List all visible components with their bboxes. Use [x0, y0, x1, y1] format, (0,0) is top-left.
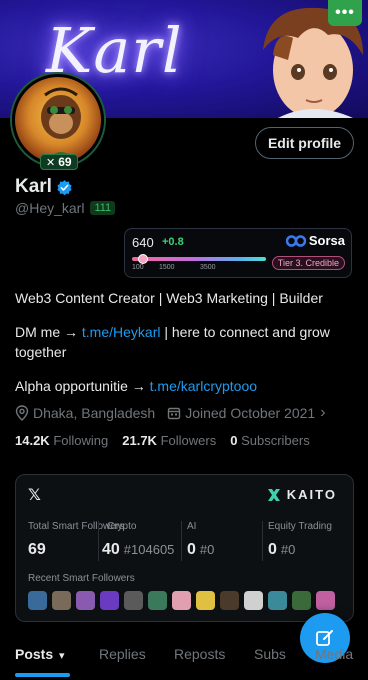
smart-follower-avatar[interactable] — [148, 591, 167, 610]
stat-rank: #0 — [199, 542, 215, 557]
stat-value: 69 — [28, 541, 46, 559]
sorsa-progress-knob — [137, 254, 148, 264]
stat-number: 40 — [102, 541, 120, 558]
stat-number: 69 — [28, 541, 46, 558]
sorsa-tier-badge: Tier 3. Credible — [271, 256, 345, 270]
follow-stats: 14.2K Following 21.7K Followers 0 Subscr… — [15, 433, 310, 448]
profile-handle: @Hey_karl — [15, 200, 85, 216]
kaito-brand: KAITO — [286, 487, 337, 502]
sorsa-brand: Sorsa — [308, 233, 345, 248]
followers-label: Followers — [160, 433, 217, 448]
divider — [181, 521, 182, 561]
recent-smart-followers-label: Recent Smart Followers — [28, 573, 135, 584]
stat-value: 40 #104605 — [102, 541, 174, 559]
smart-follower-avatar[interactable] — [52, 591, 71, 610]
stat-label: Crypto — [107, 521, 137, 532]
sorsa-logo-icon — [285, 234, 306, 247]
bio-dm-link[interactable]: t.me/Heykarl — [82, 324, 161, 340]
more-menu-button[interactable]: ••• — [328, 0, 362, 26]
bio-dm-prefix: DM me → — [15, 324, 78, 340]
subscribers-label: Subscribers — [241, 433, 310, 448]
following-count: 14.2K — [15, 433, 50, 448]
sorsa-tick-label: 100 — [132, 264, 144, 271]
profile-name-row: Karl — [15, 176, 73, 198]
active-tab-indicator — [15, 673, 70, 677]
smart-follower-avatar[interactable] — [100, 591, 119, 610]
smart-follower-avatar[interactable] — [244, 591, 263, 610]
location-text: Dhaka, Bangladesh — [33, 405, 156, 421]
sorsa-delta: +0.8 — [162, 236, 184, 248]
smart-follower-avatar[interactable] — [76, 591, 95, 610]
tab-replies[interactable]: Replies — [99, 646, 146, 662]
bio-dm-line: DM me → t.me/Heykarl | here to connect a… — [15, 322, 355, 362]
verified-badge-icon[interactable] — [56, 179, 73, 196]
bio-alpha-prefix: Alpha opportunitie → — [15, 378, 146, 394]
x-logo-icon: 𝕏 — [28, 487, 41, 504]
kaito-card[interactable]: 𝕏 KAITO Total Smart Followers 69 Crypto … — [15, 474, 354, 622]
following-label: Following — [53, 433, 109, 448]
stat-number: 0 — [187, 541, 196, 558]
divider — [98, 521, 99, 561]
tab-posts[interactable]: Posts ▾ — [15, 646, 65, 662]
chevron-down-icon: ▾ — [59, 650, 65, 662]
profile-handle-row: @Hey_karl 111 — [15, 200, 116, 216]
smart-follower-avatar[interactable] — [28, 591, 47, 610]
bio-line: Web3 Content Creator | Web3 Marketing | … — [15, 290, 323, 306]
kaito-logo-icon — [267, 488, 280, 501]
profile-meta: Dhaka, Bangladesh Joined October 2021 › — [15, 404, 326, 422]
stat-value: 0 #0 — [187, 541, 214, 559]
tab-media[interactable]: Media — [315, 646, 353, 662]
smart-follower-avatar[interactable] — [268, 591, 287, 610]
stat-rank: #0 — [280, 542, 296, 557]
bio-alpha-link[interactable]: t.me/karlcryptooo — [150, 378, 257, 394]
calendar-icon — [168, 407, 181, 420]
tab-reposts[interactable]: Reposts — [174, 646, 225, 662]
sorsa-score: 640 — [132, 235, 154, 250]
avatar[interactable] — [12, 74, 104, 166]
chevron-right-icon[interactable]: › — [320, 404, 325, 422]
tab-subs[interactable]: Subs — [254, 646, 286, 662]
smart-follower-avatar[interactable] — [220, 591, 239, 610]
stat-label: Equity Trading — [268, 521, 332, 532]
smart-follower-avatar[interactable] — [316, 591, 335, 610]
sorsa-score-card[interactable]: 640 +0.8 Sorsa 100 1500 3500 Tier 3. Cre… — [124, 228, 352, 278]
sorsa-tick-label: 3500 — [200, 264, 216, 271]
subscribers-link[interactable]: 0 Subscribers — [230, 433, 310, 448]
tab-label: Posts — [15, 646, 54, 662]
kaito-logo: KAITO — [267, 487, 337, 502]
smart-follower-avatar[interactable] — [196, 591, 215, 610]
stat-rank: #104605 — [123, 542, 175, 557]
joined-text: Joined October 2021 — [185, 405, 316, 421]
followers-count: 21.7K — [122, 433, 157, 448]
smart-follower-avatar[interactable] — [124, 591, 143, 610]
subscribers-count: 0 — [230, 433, 238, 448]
profile-name: Karl — [15, 176, 52, 197]
smart-follower-avatar[interactable] — [172, 591, 191, 610]
divider — [262, 521, 263, 561]
stat-number: 0 — [268, 541, 277, 558]
edit-profile-button[interactable]: Edit profile — [255, 127, 354, 159]
sorsa-logo: Sorsa — [285, 233, 345, 248]
avatar-score-badge: ✕ 69 — [40, 154, 78, 170]
x-icon: ✕ — [46, 156, 56, 169]
sorsa-tick-label: 1500 — [159, 264, 175, 271]
handle-badge: 111 — [90, 201, 116, 215]
bio-alpha-line: Alpha opportunitie → t.me/karlcryptooo — [15, 376, 355, 396]
smart-follower-avatar[interactable] — [292, 591, 311, 610]
avatar-score-value: 69 — [58, 155, 72, 169]
stat-value: 0 #0 — [268, 541, 295, 559]
recent-smart-followers-list — [28, 591, 335, 610]
profile-tabs: Posts ▾ Replies Reposts Subs Media — [0, 640, 368, 680]
followers-link[interactable]: 21.7K Followers — [122, 433, 216, 448]
sorsa-progress-bar — [132, 257, 266, 261]
stat-label: AI — [187, 521, 197, 532]
following-link[interactable]: 14.2K Following — [15, 433, 108, 448]
location-icon — [15, 405, 29, 421]
